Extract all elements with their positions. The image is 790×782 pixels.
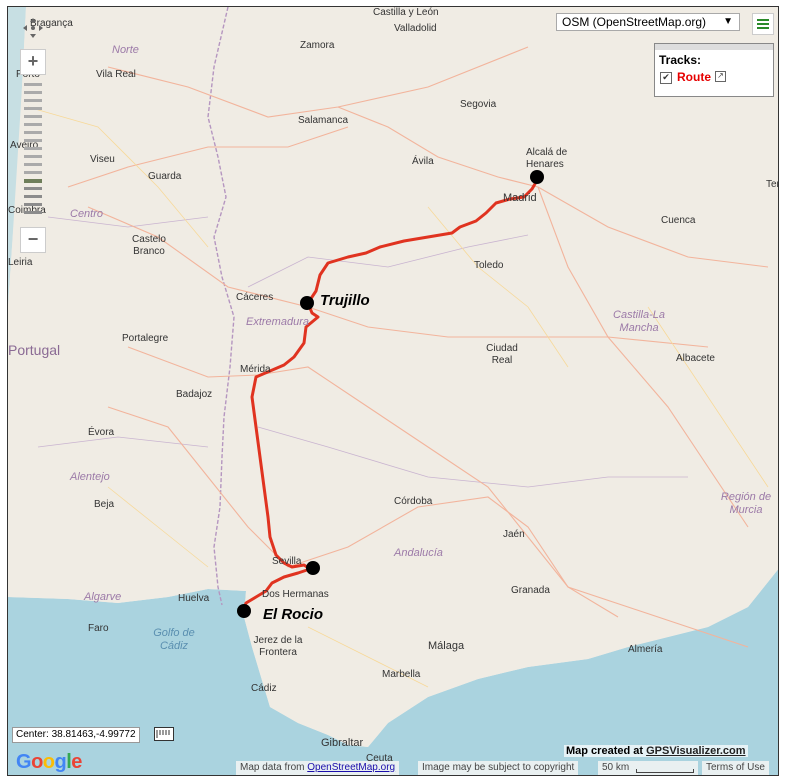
city-label: Faro bbox=[88, 623, 109, 634]
region-label: Andalucía bbox=[394, 547, 443, 559]
city-label: Salamanca bbox=[298, 115, 349, 126]
city-label: Segovia bbox=[460, 99, 497, 110]
city-label: Castilla y León bbox=[373, 7, 439, 18]
scale-label: 50 km bbox=[602, 762, 630, 773]
terms-link[interactable]: Terms of Use bbox=[702, 761, 769, 775]
city-label: Badajoz bbox=[176, 389, 213, 400]
ruler-icon[interactable] bbox=[154, 727, 174, 741]
city-label: Dos Hermanas bbox=[262, 589, 329, 600]
city-label: Huelva bbox=[178, 593, 210, 604]
city-label: Évora bbox=[88, 427, 115, 438]
sea-label: Golfo de Cádiz bbox=[153, 627, 195, 652]
city-label: Teruel bbox=[766, 179, 779, 190]
city-label: Almería bbox=[628, 644, 663, 655]
country-label: Portugal bbox=[8, 342, 61, 358]
map-layer-select[interactable]: OSM (OpenStreetMap.org) ▼ bbox=[556, 13, 740, 31]
city-label: Portalegre bbox=[122, 333, 169, 344]
city-label: Gibraltar bbox=[321, 737, 364, 749]
region-label: Castilla-La Mancha bbox=[613, 309, 665, 334]
waypoint-marker[interactable] bbox=[530, 170, 544, 184]
city-label: Jaén bbox=[503, 529, 525, 540]
tracks-panel: Tracks: ✔ Route ↗ bbox=[654, 43, 774, 97]
zoom-slider[interactable] bbox=[22, 79, 44, 227]
route-checkbox[interactable]: ✔ bbox=[660, 72, 672, 84]
tracks-header: Tracks: bbox=[659, 53, 702, 67]
city-label: Granada bbox=[511, 585, 550, 596]
region-label: Algarve bbox=[84, 591, 122, 603]
city-label: Cáceres bbox=[236, 292, 274, 303]
credit-site-link[interactable]: GPSVisualizer.com bbox=[646, 745, 745, 757]
city-label: Ávila bbox=[412, 156, 434, 167]
city-label: Albacete bbox=[676, 353, 715, 364]
city-label: Cuenca bbox=[661, 215, 696, 226]
city-label: Beja bbox=[94, 499, 115, 510]
city-label: Guarda bbox=[148, 171, 182, 182]
waypoint-label-el-rocio: El Rocio bbox=[263, 606, 324, 623]
credit-prefix: Map created at bbox=[566, 745, 647, 757]
city-label: Sevilla bbox=[272, 556, 302, 567]
zoom-in-button[interactable]: + bbox=[20, 49, 46, 75]
city-label: Mérida bbox=[240, 364, 271, 375]
region-label: Alentejo bbox=[70, 471, 110, 483]
city-label: Toledo bbox=[474, 260, 504, 271]
city-label: Marbella bbox=[382, 669, 421, 680]
map-credit: Map created at GPSVisualizer.com bbox=[564, 745, 748, 757]
waypoint-label-trujillo: Trujillo bbox=[320, 292, 370, 309]
attribution-link[interactable]: OpenStreetMap.org bbox=[307, 762, 395, 773]
city-label: Cádiz bbox=[251, 683, 277, 694]
city-label: Castelo Branco bbox=[132, 234, 166, 257]
chevron-down-icon: ▼ bbox=[723, 16, 733, 27]
city-label: Alcalá de Henares bbox=[526, 147, 568, 170]
city-label: Ciudad Real bbox=[486, 343, 518, 366]
external-link-icon[interactable]: ↗ bbox=[715, 71, 726, 82]
city-label: Leiria bbox=[8, 257, 33, 268]
scale-bar: 50 km bbox=[598, 761, 698, 775]
city-label: Madrid bbox=[503, 192, 537, 204]
image-notice: Image may be subject to copyright bbox=[418, 761, 579, 775]
google-logo: Google bbox=[16, 751, 82, 773]
city-label: Málaga bbox=[428, 640, 465, 652]
waypoint-marker[interactable] bbox=[237, 604, 251, 618]
menu-button[interactable] bbox=[752, 13, 774, 35]
region-label: Extremadura bbox=[246, 316, 309, 328]
region-label: Región de Murcia bbox=[720, 491, 772, 516]
waypoint-marker[interactable] bbox=[306, 561, 320, 575]
region-label: Centro bbox=[70, 208, 104, 220]
tracks-panel-handle[interactable] bbox=[655, 44, 773, 50]
attribution-prefix: Map data from bbox=[240, 762, 308, 773]
pan-arrows-icon bbox=[23, 18, 43, 38]
attribution: Map data from OpenStreetMap.org bbox=[236, 761, 400, 775]
route-label[interactable]: Route bbox=[677, 70, 711, 84]
city-label: Jerez de la Frontera bbox=[253, 635, 303, 658]
zoom-out-button[interactable]: − bbox=[20, 227, 46, 253]
city-label: Valladolid bbox=[394, 23, 437, 34]
city-label: Zamora bbox=[300, 40, 335, 51]
center-coordinates: Center: 38.81463,-4.99772 bbox=[12, 727, 140, 743]
map-base bbox=[8, 7, 778, 775]
pan-control[interactable] bbox=[20, 15, 46, 41]
city-label: Córdoba bbox=[394, 496, 433, 507]
region-label: Norte bbox=[112, 44, 139, 56]
waypoint-marker[interactable] bbox=[300, 296, 314, 310]
map-layer-select-value: OSM (OpenStreetMap.org) bbox=[562, 15, 707, 29]
city-label: Vila Real bbox=[96, 69, 136, 80]
map-canvas[interactable]: Bragança Castilla y León Valladolid Zamo… bbox=[7, 6, 779, 776]
city-label: Viseu bbox=[90, 154, 115, 165]
